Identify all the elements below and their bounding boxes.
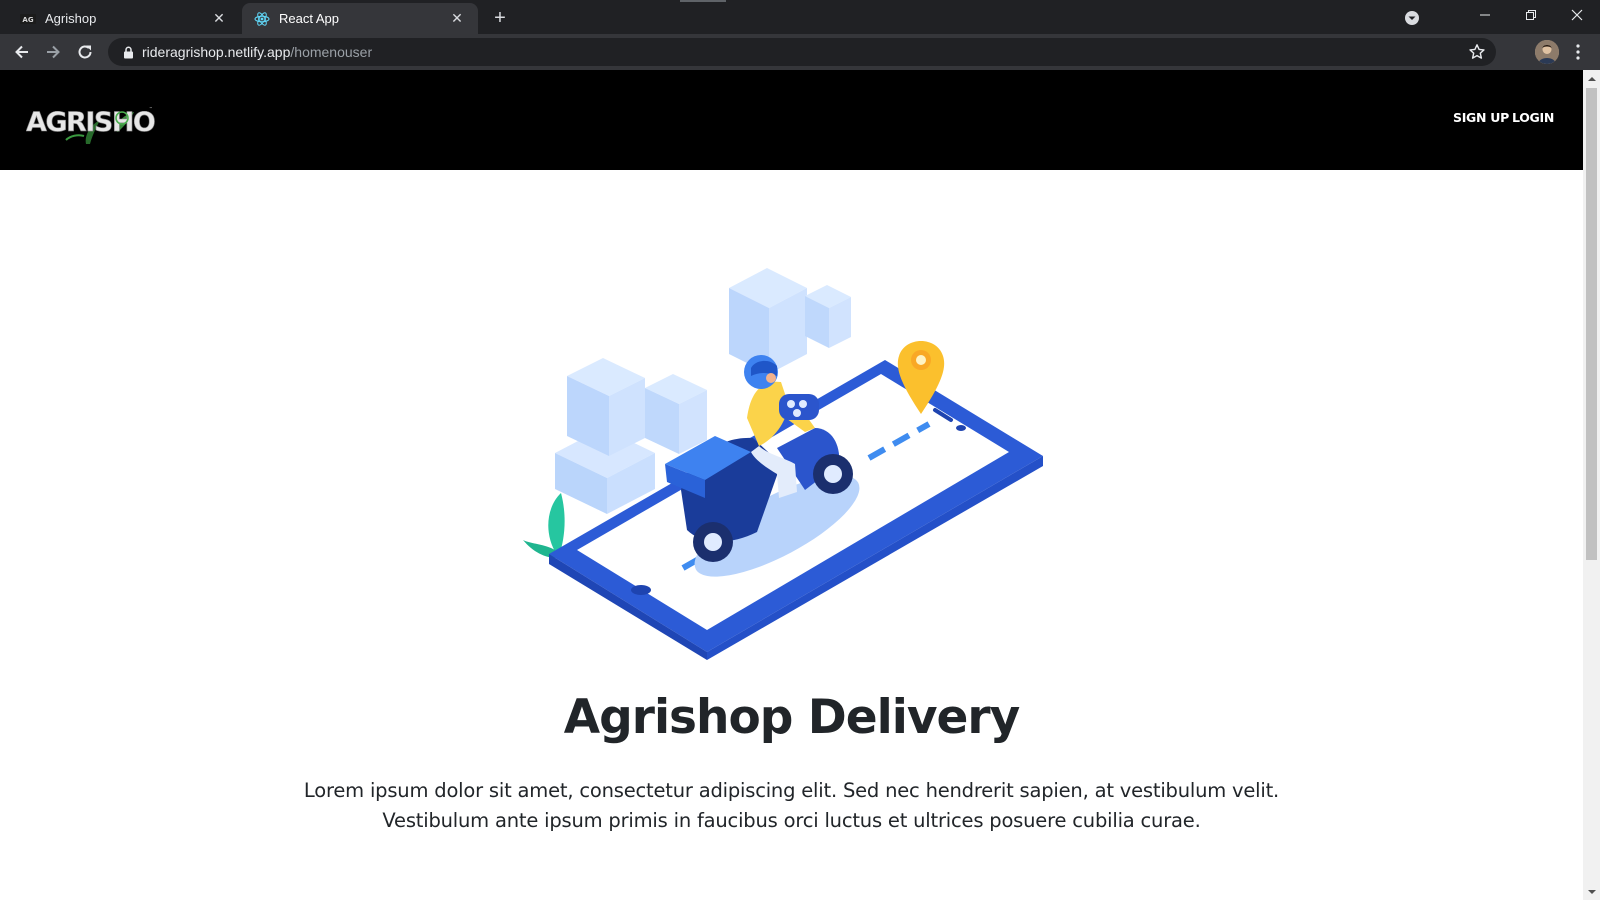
- tab-search-chevron-icon[interactable]: [1401, 7, 1423, 29]
- bookmark-star-icon[interactable]: [1468, 43, 1486, 61]
- hero-description-line-2: Vestibulum ante ipsum primis in faucibus…: [382, 809, 1201, 832]
- signup-link[interactable]: SIGN UP: [1453, 110, 1509, 125]
- hero-description: Lorem ipsum dolor sit amet, consectetur …: [0, 776, 1583, 836]
- scroll-down-arrow-icon[interactable]: [1583, 883, 1600, 900]
- scrollbar-thumb[interactable]: [1586, 88, 1597, 560]
- tab-title: React App: [279, 11, 339, 26]
- scroll-up-arrow-icon[interactable]: [1583, 70, 1600, 87]
- window-close-icon[interactable]: [1554, 0, 1600, 30]
- browser-tab-agrishop[interactable]: AG Agrishop ✕: [8, 3, 240, 34]
- svg-text:™: ™: [149, 106, 153, 111]
- delivery-scooter-illustration: [515, 268, 1065, 670]
- url-host: rideragrishop.netlify.app: [142, 44, 291, 60]
- browser-tab-react-app[interactable]: React App ✕: [242, 3, 478, 34]
- window-minimize-icon[interactable]: [1462, 0, 1508, 30]
- url-path: /homenouser: [290, 44, 373, 60]
- site-header: AGRISHOP ™ SIGN UP LOGIN: [0, 70, 1583, 170]
- login-link[interactable]: LOGIN: [1512, 110, 1554, 125]
- close-tab-icon[interactable]: ✕: [448, 10, 466, 28]
- forward-arrow-icon[interactable]: [41, 40, 65, 64]
- agrishop-logo[interactable]: AGRISHOP ™: [26, 100, 175, 146]
- browser-toolbar: rideragrishop.netlify.app/homenouser: [0, 34, 1600, 70]
- url-text: rideragrishop.netlify.app/homenouser: [142, 44, 372, 60]
- agrishop-favicon-icon: AG: [20, 11, 36, 27]
- window-restore-icon[interactable]: [1508, 0, 1554, 30]
- page-viewport: AGRISHOP ™ SIGN UP LOGIN: [0, 70, 1583, 900]
- close-tab-icon[interactable]: ✕: [210, 10, 228, 28]
- lock-icon[interactable]: [120, 44, 136, 60]
- browser-tab-strip: AG Agrishop ✕ React App ✕ +: [0, 0, 1600, 34]
- back-arrow-icon[interactable]: [10, 40, 34, 64]
- profile-avatar[interactable]: [1535, 40, 1559, 64]
- hero-description-line-1: Lorem ipsum dolor sit amet, consectetur …: [303, 779, 1280, 802]
- hero-title: Agrishop Delivery: [563, 690, 1020, 745]
- svg-text:AG: AG: [22, 16, 33, 24]
- page-scrollbar[interactable]: [1583, 70, 1600, 900]
- browser-menu-icon[interactable]: [1568, 40, 1588, 64]
- tab-drag-indicator: [680, 0, 726, 2]
- react-favicon-icon: [254, 11, 270, 27]
- reload-icon[interactable]: [73, 40, 97, 64]
- logo-wordmark: AGRISHOP: [26, 107, 156, 138]
- address-bar[interactable]: rideragrishop.netlify.app/homenouser: [108, 38, 1496, 66]
- new-tab-plus-icon[interactable]: +: [488, 6, 512, 30]
- hero-section: Agrishop Delivery Lorem ipsum dolor sit …: [0, 170, 1583, 900]
- tab-title: Agrishop: [45, 11, 97, 26]
